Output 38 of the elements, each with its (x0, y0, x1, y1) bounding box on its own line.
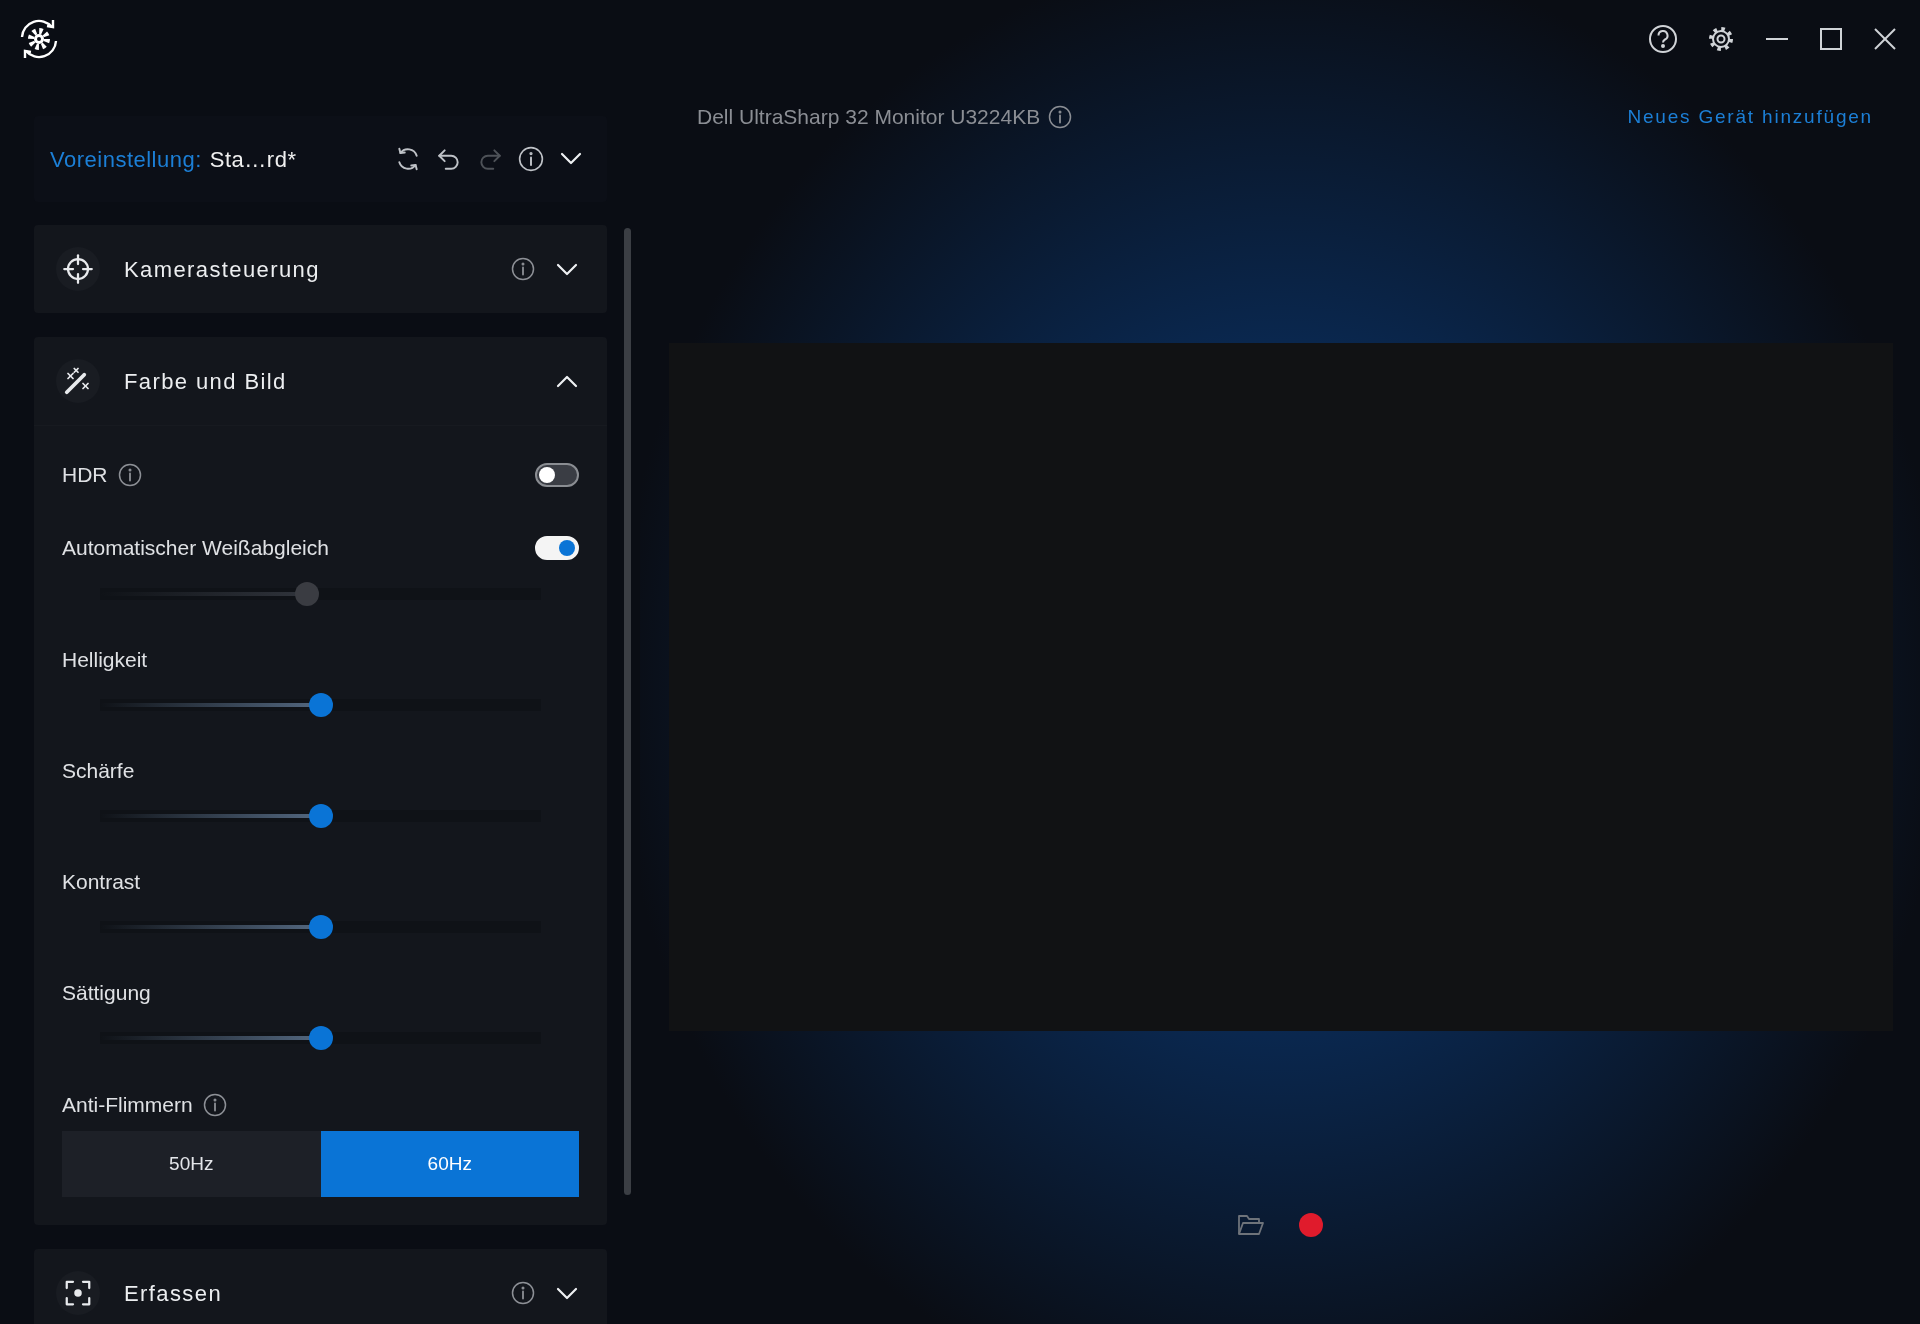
setting-label: Automatischer Weißabgleich (62, 535, 329, 561)
crosshair-icon (63, 254, 93, 284)
slider-thumb[interactable] (308, 693, 333, 717)
setting-label: Sättigung (62, 980, 152, 1006)
preset-label: Voreinstellung: (50, 145, 202, 174)
setting-label: Anti-Flimmern (62, 1092, 193, 1118)
toggle-switch[interactable] (535, 463, 579, 487)
section-title[interactable]: Farbe und Bild (124, 364, 287, 398)
scrollbar[interactable] (624, 228, 631, 1195)
slider-thumb[interactable] (308, 915, 333, 939)
setting-label: Schärfe (62, 758, 136, 784)
preset-name: Sta…rd* (209, 145, 297, 174)
settings-icon[interactable] (1706, 24, 1736, 54)
add-device-link[interactable]: Neues Gerät hinzufügen (1627, 102, 1873, 132)
record-button[interactable] (1299, 1213, 1323, 1237)
setting-label: Kontrast (62, 869, 142, 895)
device-name: Dell UltraSharp 32 Monitor U3224KB (697, 104, 1041, 131)
info-icon[interactable] (202, 1093, 227, 1117)
info-icon[interactable] (518, 146, 544, 172)
frequency-option[interactable]: 60Hz (320, 1131, 579, 1197)
maximize-icon[interactable] (1818, 26, 1844, 52)
section-title[interactable]: Kamerasteuerung (124, 252, 320, 286)
folder-icon[interactable] (1237, 1213, 1265, 1237)
setting-label: Helligkeit (62, 647, 149, 673)
close-icon[interactable] (1872, 26, 1898, 52)
help-icon[interactable] (1648, 24, 1678, 54)
refresh-icon[interactable] (395, 146, 421, 172)
frequency-option[interactable]: 50Hz (62, 1131, 321, 1197)
slider-thumb[interactable] (308, 804, 333, 828)
info-icon[interactable] (117, 463, 142, 487)
info-icon[interactable] (511, 1281, 535, 1305)
capture-icon (63, 1278, 93, 1308)
section-title[interactable]: Erfassen (124, 1276, 223, 1310)
setting-label: HDR (62, 462, 108, 488)
info-icon[interactable] (1048, 105, 1073, 129)
info-icon[interactable] (511, 257, 535, 281)
undo-icon[interactable] (436, 146, 462, 172)
slider-thumb[interactable] (308, 1026, 333, 1050)
